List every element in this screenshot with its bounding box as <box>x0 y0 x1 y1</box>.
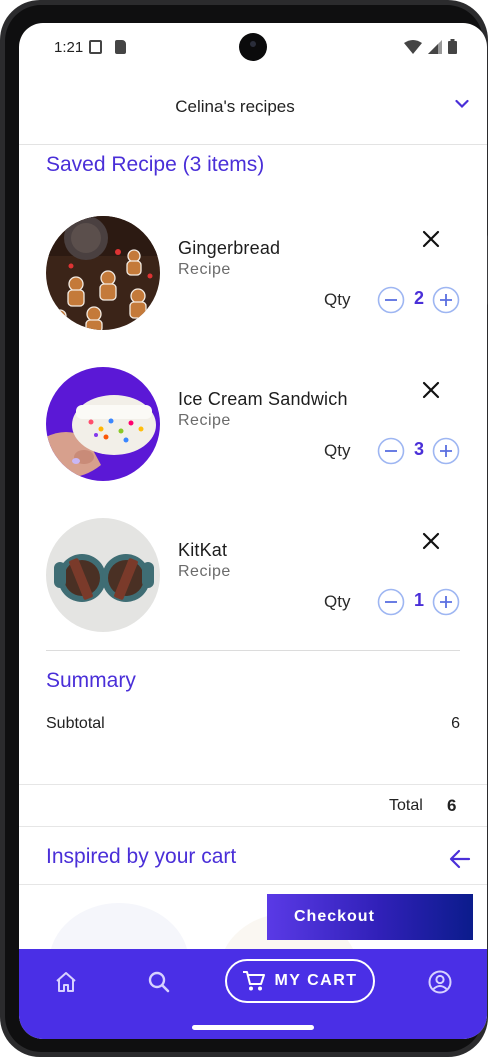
recipe-type: Recipe <box>178 412 231 429</box>
chevron-down-icon[interactable] <box>455 99 469 109</box>
divider <box>19 784 487 785</box>
sd-card-icon <box>115 40 126 54</box>
my-cart-label: MY CART <box>274 972 358 989</box>
divider <box>19 884 487 885</box>
bottom-navigation: MY CART <box>19 949 487 1039</box>
list-item: Gingerbread Recipe Qty 2 <box>19 216 487 336</box>
list-item: Ice Cream Sandwich Recipe Qty 3 <box>19 367 487 487</box>
recipe-type: Recipe <box>178 563 231 580</box>
checkout-button[interactable]: Checkout <box>267 894 473 940</box>
search-icon[interactable] <box>146 969 172 995</box>
remove-item-close-icon[interactable] <box>420 228 442 250</box>
recipe-type: Recipe <box>178 261 231 278</box>
status-time: 1:21 <box>54 39 84 56</box>
ice-cream-sandwich-image <box>46 367 160 481</box>
recipe-name: KitKat <box>178 540 228 560</box>
plus-circle-icon[interactable] <box>432 286 460 314</box>
qty-value: 1 <box>413 590 424 610</box>
recipe-name: Gingerbread <box>178 238 281 258</box>
minus-circle-icon[interactable] <box>377 286 405 314</box>
recipe-name: Ice Cream Sandwich <box>178 389 348 409</box>
divider <box>46 650 460 651</box>
recipes-header: Celina's recipes <box>19 73 487 145</box>
qty-label: Qty <box>324 290 351 309</box>
remove-item-close-icon[interactable] <box>420 379 442 401</box>
arrow-left-icon[interactable] <box>449 849 471 869</box>
battery-icon <box>448 39 457 54</box>
status-icons <box>404 39 457 54</box>
wifi-icon <box>404 39 422 54</box>
home-indicator[interactable] <box>192 1025 314 1030</box>
gingerbread-image <box>46 216 160 330</box>
kitkat-image <box>46 518 160 632</box>
list-item: KitKat Recipe Qty 1 <box>19 518 487 638</box>
saved-recipe-title: Saved Recipe (3 items) <box>46 153 265 176</box>
status-bar: 1:21 <box>19 23 487 73</box>
device-frame: 1:21 Celina's recipes Saved Recipe (3 it… <box>0 0 488 1057</box>
minus-circle-icon[interactable] <box>377 437 405 465</box>
total-value: 6 <box>447 796 457 815</box>
subtotal-label: Subtotal <box>46 715 105 732</box>
account-circle-icon[interactable] <box>427 969 453 995</box>
divider <box>19 826 487 827</box>
qty-value: 2 <box>413 288 424 308</box>
summary-title: Summary <box>46 669 136 692</box>
shopping-cart-icon <box>243 971 266 991</box>
total-label: Total <box>389 797 423 814</box>
plus-circle-icon[interactable] <box>432 588 460 616</box>
plus-circle-icon[interactable] <box>432 437 460 465</box>
cell-signal-icon <box>428 39 442 54</box>
my-cart-button[interactable]: MY CART <box>225 959 375 1003</box>
app-screen: 1:21 Celina's recipes Saved Recipe (3 it… <box>19 23 487 1039</box>
screenshot-notification-icon <box>89 40 102 54</box>
checkout-label: Checkout <box>294 908 375 925</box>
minus-circle-icon[interactable] <box>377 588 405 616</box>
inspired-title: Inspired by your cart <box>46 845 237 868</box>
remove-item-close-icon[interactable] <box>420 530 442 552</box>
front-camera <box>239 33 267 61</box>
home-icon[interactable] <box>53 969 79 995</box>
qty-label: Qty <box>324 441 351 460</box>
subtotal-value: 6 <box>451 715 460 732</box>
qty-label: Qty <box>324 592 351 611</box>
header-title: Celina's recipes <box>175 97 295 116</box>
qty-value: 3 <box>413 439 424 459</box>
device-bezel: 1:21 Celina's recipes Saved Recipe (3 it… <box>5 5 487 1052</box>
